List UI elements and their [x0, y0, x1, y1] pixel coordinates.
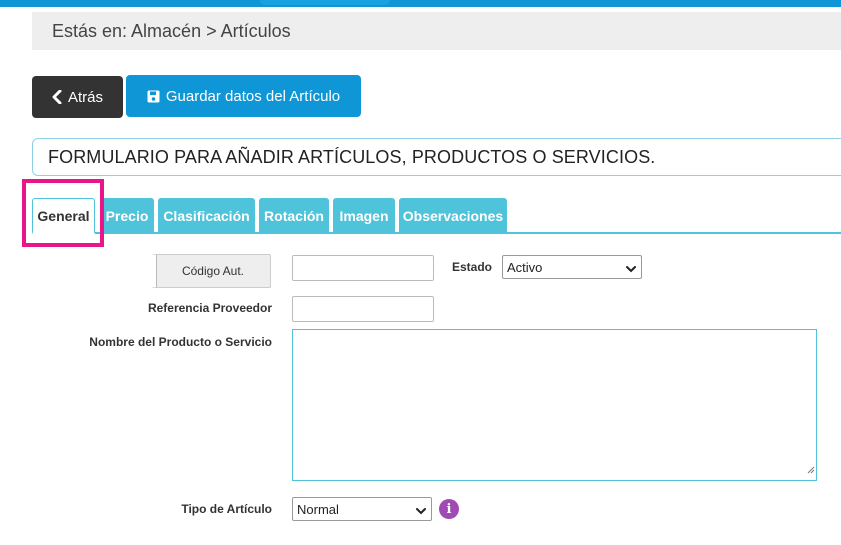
tab-observaciones-label: Observaciones — [402, 207, 504, 224]
info-icon-glyph: i — [446, 501, 452, 517]
tipo-articulo-select[interactable]: Normal — [292, 497, 432, 521]
chevron-left-icon — [52, 90, 62, 104]
breadcrumb: Estás en: Almacén > Artículos — [32, 12, 841, 50]
tab-general-label: General — [37, 207, 90, 224]
tab-general[interactable]: General — [32, 198, 95, 234]
breadcrumb-text: Estás en: Almacén > Artículos — [52, 20, 291, 41]
info-icon[interactable]: i — [439, 499, 459, 519]
header-tab-shape — [260, 0, 390, 5]
chevron-down-icon — [416, 504, 426, 519]
estado-selected-value: Activo — [507, 259, 543, 275]
tab-clasificacion[interactable]: Clasificación — [158, 198, 255, 233]
nombre-producto-label: Nombre del Producto o Servicio — [89, 335, 272, 349]
back-button-label: Atrás — [67, 88, 103, 106]
chevron-down-icon — [626, 262, 636, 277]
referencia-proveedor-label: Referencia Proveedor — [147, 301, 272, 315]
form-title: FORMULARIO PARA AÑADIR ARTÍCULOS, PRODUC… — [48, 146, 656, 167]
tab-imagen[interactable]: Imagen — [333, 198, 395, 233]
resize-handle-icon[interactable] — [807, 461, 815, 479]
tab-precio-label: Precio — [105, 207, 149, 224]
tipo-selected-value: Normal — [297, 501, 339, 517]
nombre-producto-textarea[interactable] — [292, 329, 817, 481]
codigo-input[interactable] — [292, 255, 434, 281]
back-button[interactable]: Atrás — [32, 76, 123, 118]
estado-label: Estado — [451, 260, 492, 274]
referencia-proveedor-input[interactable] — [292, 296, 434, 322]
tab-rotacion-label: Rotación — [264, 207, 324, 224]
tab-imagen-label: Imagen — [339, 207, 389, 224]
tab-precio[interactable]: Precio — [100, 198, 154, 233]
tab-observaciones[interactable]: Observaciones — [399, 198, 507, 233]
tab-clasificacion-label: Clasificación — [163, 207, 250, 224]
estado-select[interactable]: Activo — [502, 255, 642, 279]
form-title-box: FORMULARIO PARA AÑADIR ARTÍCULOS, PRODUC… — [32, 138, 841, 176]
save-button-label: Guardar datos del Artículo — [165, 87, 341, 105]
floppy-disk-icon — [147, 90, 160, 103]
save-article-button[interactable]: Guardar datos del Artículo — [126, 75, 361, 117]
top-header-bar — [0, 0, 841, 7]
tab-rotacion[interactable]: Rotación — [259, 198, 329, 233]
tipo-articulo-label: Tipo de Artículo — [181, 502, 272, 516]
codigo-auto-label: Código Aut. — [181, 264, 245, 278]
codigo-auto-button[interactable]: Código Aut. — [150, 254, 271, 288]
